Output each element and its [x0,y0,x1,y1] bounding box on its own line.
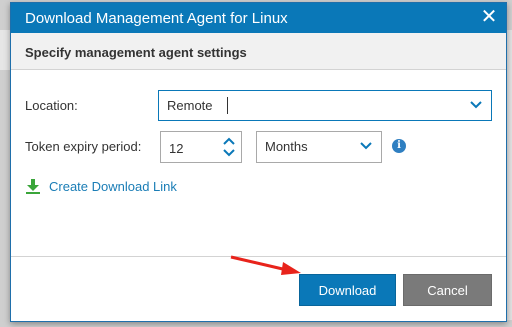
period-value: Months [265,139,308,154]
close-icon[interactable]: ✕ [478,7,500,29]
subheader-text: Specify management agent settings [25,45,247,60]
chevron-down-icon[interactable] [223,148,235,158]
download-icon [26,179,40,194]
chevron-down-icon [470,101,482,109]
period-select[interactable]: Months [256,131,382,163]
create-download-link[interactable]: Create Download Link [49,179,177,194]
annotation-arrow-icon [230,255,301,275]
info-icon[interactable]: i [392,139,406,153]
dialog-subheader: Specify management agent settings [11,33,506,70]
background-panel [0,30,10,70]
location-label: Location: [25,98,78,113]
dialog-titlebar: Download Management Agent for Linux ✕ [11,3,506,33]
dialog-title: Download Management Agent for Linux [25,10,288,27]
chevron-up-icon[interactable] [223,136,235,146]
token-expiry-stepper[interactable]: 12 [160,131,242,163]
cancel-button[interactable]: Cancel [403,274,492,306]
download-button[interactable]: Download [299,274,396,306]
token-expiry-value: 12 [169,141,184,156]
text-caret [227,97,228,114]
location-select[interactable]: Remote [158,90,492,121]
download-agent-dialog: Download Management Agent for Linux ✕ Sp… [10,2,507,322]
chevron-down-icon [360,142,372,150]
token-expiry-label: Token expiry period: [25,139,142,154]
location-value: Remote [167,98,213,113]
